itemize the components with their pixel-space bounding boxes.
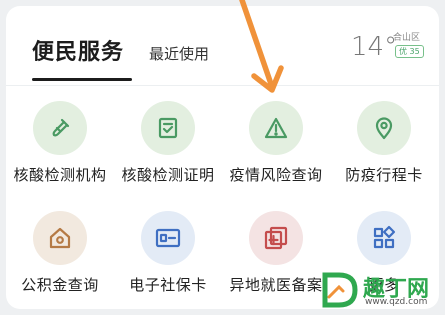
watermark-url: www.qzd.com — [365, 297, 428, 307]
watermark-logo: 趣丁网 www.qzd.com — [319, 269, 437, 311]
annotation-arrow — [239, 0, 284, 93]
watermark-d-icon — [322, 272, 358, 308]
